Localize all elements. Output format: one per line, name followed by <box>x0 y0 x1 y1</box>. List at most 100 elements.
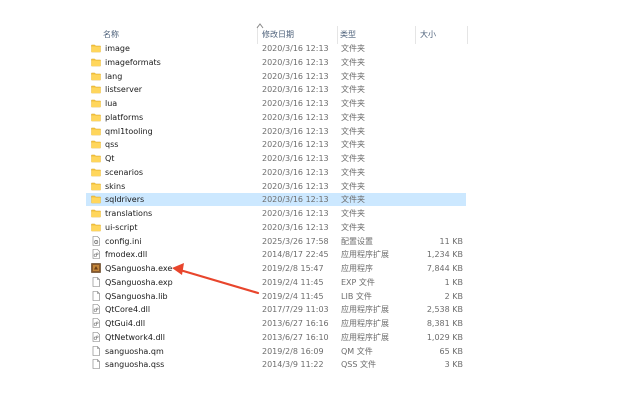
folder-icon <box>91 181 101 191</box>
file-size: 1,234 KB <box>426 250 463 260</box>
config-file-icon <box>91 235 101 246</box>
file-name: scenarios <box>105 167 144 177</box>
file-type: 文件夹 <box>341 71 365 81</box>
file-row[interactable]: config.ini 2025/3/26 17:58 配置设置 11 KB <box>86 235 466 248</box>
file-row[interactable]: sanguosha.qss 2014/3/9 11:22 QSS 文件 3 KB <box>86 358 466 371</box>
dll-file-icon <box>91 249 101 260</box>
folder-icon <box>91 112 101 122</box>
file-row[interactable]: lang 2020/3/16 12:13 文件夹 <box>86 70 466 83</box>
file-type: QM 文件 <box>341 346 373 356</box>
file-icon <box>91 359 101 370</box>
file-type: 文件夹 <box>341 85 365 95</box>
file-modified-date: 2020/3/16 12:13 <box>262 222 329 232</box>
dll-file-icon <box>91 331 101 342</box>
file-row[interactable]: listserver 2020/3/16 12:13 文件夹 <box>86 83 466 96</box>
file-modified-date: 2020/3/16 12:13 <box>262 71 329 81</box>
file-modified-date: 2020/3/16 12:13 <box>262 126 329 136</box>
folder-icon <box>91 153 101 163</box>
file-row[interactable]: fmodex.dll 2014/8/17 22:45 应用程序扩展 1,234 KB <box>86 248 466 261</box>
file-name: Qt <box>105 154 115 163</box>
file-row[interactable]: sanguosha.qm 2019/2/8 16:09 QM 文件 65 KB <box>86 345 466 358</box>
file-modified-date: 2020/3/16 12:13 <box>262 44 329 53</box>
file-modified-date: 2013/6/27 16:16 <box>262 319 329 328</box>
folder-icon <box>91 84 101 94</box>
folder-icon <box>91 139 101 149</box>
file-name: config.ini <box>105 236 142 246</box>
file-modified-date: 2020/3/16 12:13 <box>262 209 329 218</box>
file-row[interactable]: imageformats 2020/3/16 12:13 文件夹 <box>86 56 466 69</box>
file-type: 文件夹 <box>341 167 365 177</box>
file-modified-date: 2020/3/16 12:13 <box>262 140 329 150</box>
file-name: qss <box>105 140 119 150</box>
file-type: 文件夹 <box>341 222 365 232</box>
folder-icon <box>91 57 101 67</box>
file-row[interactable]: QtNetwork4.dll 2013/6/27 16:10 应用程序扩展 1,029… <box>86 331 466 344</box>
file-name: lang <box>105 71 123 81</box>
file-modified-date: 2014/8/17 22:45 <box>262 250 329 260</box>
file-row[interactable]: QSanguosha.exp 2019/2/4 11:45 EXP 文件 1 KB <box>86 276 466 289</box>
file-type: 文件夹 <box>341 112 365 122</box>
file-row[interactable]: QSanguosha.lib 2019/2/4 11:45 LIB 文件 2 KB <box>86 290 466 303</box>
file-row[interactable]: platforms 2020/3/16 12:13 文件夹 <box>86 111 466 124</box>
folder-icon <box>91 98 101 108</box>
file-type: 文件夹 <box>341 195 365 205</box>
folder-icon <box>91 167 101 177</box>
file-modified-date: 2017/7/29 11:03 <box>262 305 329 315</box>
file-type: 应用程序 <box>341 264 373 273</box>
file-modified-date: 2020/3/16 12:13 <box>262 154 329 163</box>
file-modified-date: 2020/3/16 12:13 <box>262 57 329 67</box>
file-type: 文件夹 <box>341 140 365 150</box>
folder-icon <box>91 71 101 81</box>
file-name: fmodex.dll <box>105 250 148 260</box>
file-row[interactable]: Qt 2020/3/16 12:13 文件夹 <box>86 152 466 165</box>
file-row[interactable]: skins 2020/3/16 12:13 文件夹 <box>86 180 466 193</box>
file-row[interactable]: qml1tooling 2020/3/16 12:13 文件夹 <box>86 125 466 138</box>
file-row[interactable]: qss 2020/3/16 12:13 文件夹 <box>86 138 466 151</box>
file-name: ui-script <box>105 222 138 232</box>
file-name: sanguosha.qm <box>105 346 164 356</box>
file-row[interactable]: translations 2020/3/16 12:13 文件夹 <box>86 207 466 220</box>
file-modified-date: 2020/3/16 12:13 <box>262 99 329 108</box>
file-size: 1 KB <box>444 277 463 287</box>
file-name: QSanguosha.lib <box>105 291 168 301</box>
file-modified-date: 2019/2/8 15:47 <box>262 264 324 273</box>
file-name: translations <box>105 209 153 218</box>
file-row[interactable]: QtCore4.dll 2017/7/29 11:03 应用程序扩展 2,538 KB <box>86 303 466 316</box>
file-name: skins <box>105 181 126 191</box>
file-icon <box>91 276 101 287</box>
file-name: QSanguosha.exp <box>105 277 173 287</box>
file-type: 应用程序扩展 <box>341 250 389 260</box>
dll-file-icon <box>91 304 101 315</box>
file-size: 1,029 KB <box>426 332 463 342</box>
file-type: 文件夹 <box>341 57 365 67</box>
file-modified-date: 2013/6/27 16:10 <box>262 332 329 342</box>
file-type: 应用程序扩展 <box>341 332 389 342</box>
file-name: imageformats <box>105 57 161 67</box>
file-row[interactable]: QSanguosha.exe 2019/2/8 15:47 应用程序 7,844 KB <box>86 262 466 275</box>
file-type: 文件夹 <box>341 99 365 108</box>
file-size: 11 KB <box>439 236 463 246</box>
file-name: QtGui4.dll <box>105 319 146 328</box>
file-name: image <box>105 44 130 53</box>
file-size: 2,538 KB <box>426 305 463 315</box>
file-type: 应用程序扩展 <box>341 319 389 328</box>
file-icon <box>91 345 101 356</box>
file-row[interactable]: QtGui4.dll 2013/6/27 16:16 应用程序扩展 8,381 KB <box>86 317 466 330</box>
file-name: sqldrivers <box>105 195 145 205</box>
folder-icon <box>91 43 101 53</box>
file-size: 8,381 KB <box>426 319 463 328</box>
file-row[interactable]: ui-script 2020/3/16 12:13 文件夹 <box>86 221 466 234</box>
file-name: lua <box>105 99 118 108</box>
file-row[interactable]: scenarios 2020/3/16 12:13 文件夹 <box>86 166 466 179</box>
file-row[interactable]: sqldrivers 2020/3/16 12:13 文件夹 <box>86 193 466 207</box>
folder-icon <box>91 194 101 204</box>
file-name: sanguosha.qss <box>105 360 165 370</box>
file-type: 文件夹 <box>341 154 365 163</box>
file-type: 文件夹 <box>341 44 365 53</box>
file-name: QSanguosha.exe <box>105 264 173 273</box>
file-row[interactable]: lua 2020/3/16 12:13 文件夹 <box>86 97 466 110</box>
file-type: LIB 文件 <box>341 291 372 301</box>
app-exe-icon <box>91 263 101 273</box>
file-row[interactable]: image 2020/3/16 12:13 文件夹 <box>86 42 466 55</box>
folder-icon <box>91 126 101 136</box>
